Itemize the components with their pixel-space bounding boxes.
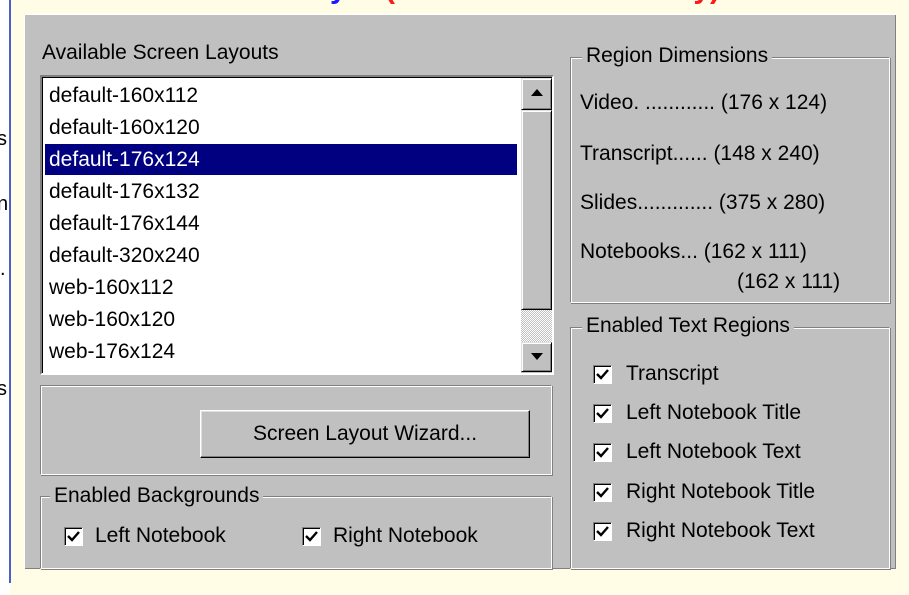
region-row-notebooks-second: (162 x 111) — [737, 270, 840, 294]
checkmark-icon — [596, 369, 609, 380]
screen-layout-wizard-button[interactable]: Screen Layout Wizard... — [200, 410, 530, 458]
left-edge-text-3: . — [0, 258, 6, 280]
checkmark-icon — [305, 531, 318, 542]
right-notebook-text-checkbox[interactable] — [593, 522, 612, 541]
region-name: Slides............. — [580, 191, 714, 214]
right-notebook-text-label: Right Notebook Text — [626, 519, 815, 542]
checkmark-icon — [67, 531, 80, 542]
left-edge-text-1: s — [0, 128, 7, 150]
left-notebook-text-label: Left Notebook Text — [626, 440, 801, 463]
layout-item[interactable]: default-176x132 — [45, 176, 517, 207]
left-notebook-label: Left Notebook — [95, 524, 226, 547]
region-row-slides: Slides............. (375 x 280) — [580, 191, 825, 215]
left-notebook-title-checkbox[interactable] — [593, 404, 612, 423]
left-notebook-checkbox[interactable] — [64, 527, 83, 546]
scroll-up-button[interactable] — [521, 78, 552, 110]
right-notebook-checkbox[interactable] — [302, 527, 321, 546]
checkmark-icon — [596, 408, 609, 419]
right-notebook-title-label: Right Notebook Title — [626, 480, 816, 503]
layout-item[interactable]: default-160x112 — [45, 80, 517, 111]
region-value: (375 x 280) — [718, 191, 826, 214]
layout-item[interactable]: default-160x120 — [45, 112, 517, 143]
region-value: (148 x 240) — [713, 142, 820, 165]
text-regions-title: Enabled Text Regions — [582, 314, 794, 338]
layout-item[interactable]: default-176x144 — [45, 208, 517, 239]
document-heading-fragment: y ( y) — [330, 0, 720, 6]
transcript-checkbox[interactable] — [593, 365, 612, 384]
left-notebook-text-checkbox[interactable] — [593, 443, 612, 462]
layout-item[interactable]: web-160x120 — [45, 304, 517, 335]
heading-fragment-red-close: y) — [693, 0, 720, 5]
document-vertical-rule — [9, 0, 11, 583]
checkmark-icon — [596, 447, 609, 458]
arrow-up-icon — [531, 89, 543, 96]
region-name: Transcript...... — [580, 142, 708, 165]
checkmark-icon — [596, 487, 609, 498]
scroll-down-button[interactable] — [521, 342, 552, 372]
arrow-down-icon — [531, 353, 543, 360]
layouts-scrollbar[interactable] — [521, 78, 552, 373]
heading-fragment-red-open: ( — [385, 0, 395, 5]
layout-item[interactable]: default-320x240 — [45, 240, 517, 271]
region-dimensions-title: Region Dimensions — [582, 44, 773, 68]
scrollbar-thumb[interactable] — [521, 110, 552, 310]
right-notebook-label: Right Notebook — [333, 524, 478, 547]
region-value: (162 x 111) — [703, 240, 807, 263]
checkmark-icon — [596, 526, 609, 537]
backgrounds-group-title: Enabled Backgrounds — [50, 484, 264, 508]
right-notebook-title-checkbox[interactable] — [593, 483, 612, 502]
region-row-transcript: Transcript...... (148 x 240) — [580, 142, 820, 166]
available-layouts-label: Available Screen Layouts — [42, 41, 279, 64]
region-name: Notebooks... — [580, 240, 698, 263]
heading-fragment-blue: y — [330, 0, 347, 5]
left-edge-text-2: n — [0, 193, 9, 215]
left-edge-text-4: s — [0, 378, 7, 400]
layout-item[interactable]: web-160x112 — [45, 272, 517, 303]
screen-layouts-listbox[interactable]: default-160x112 default-160x120 default-… — [40, 75, 554, 375]
region-value: (176 x 124) — [720, 91, 828, 114]
layout-item-selected[interactable]: default-176x124 — [45, 144, 517, 175]
region-value: (162 x 111) — [737, 270, 841, 293]
layout-item[interactable]: web-176x124 — [45, 336, 517, 367]
transcript-label: Transcript — [626, 362, 719, 385]
left-notebook-title-label: Left Notebook Title — [626, 401, 802, 424]
region-row-notebooks: Notebooks... (162 x 111) — [580, 240, 807, 264]
region-row-video: Video. ............ (176 x 124) — [580, 91, 827, 115]
region-name: Video. ............ — [580, 91, 716, 114]
